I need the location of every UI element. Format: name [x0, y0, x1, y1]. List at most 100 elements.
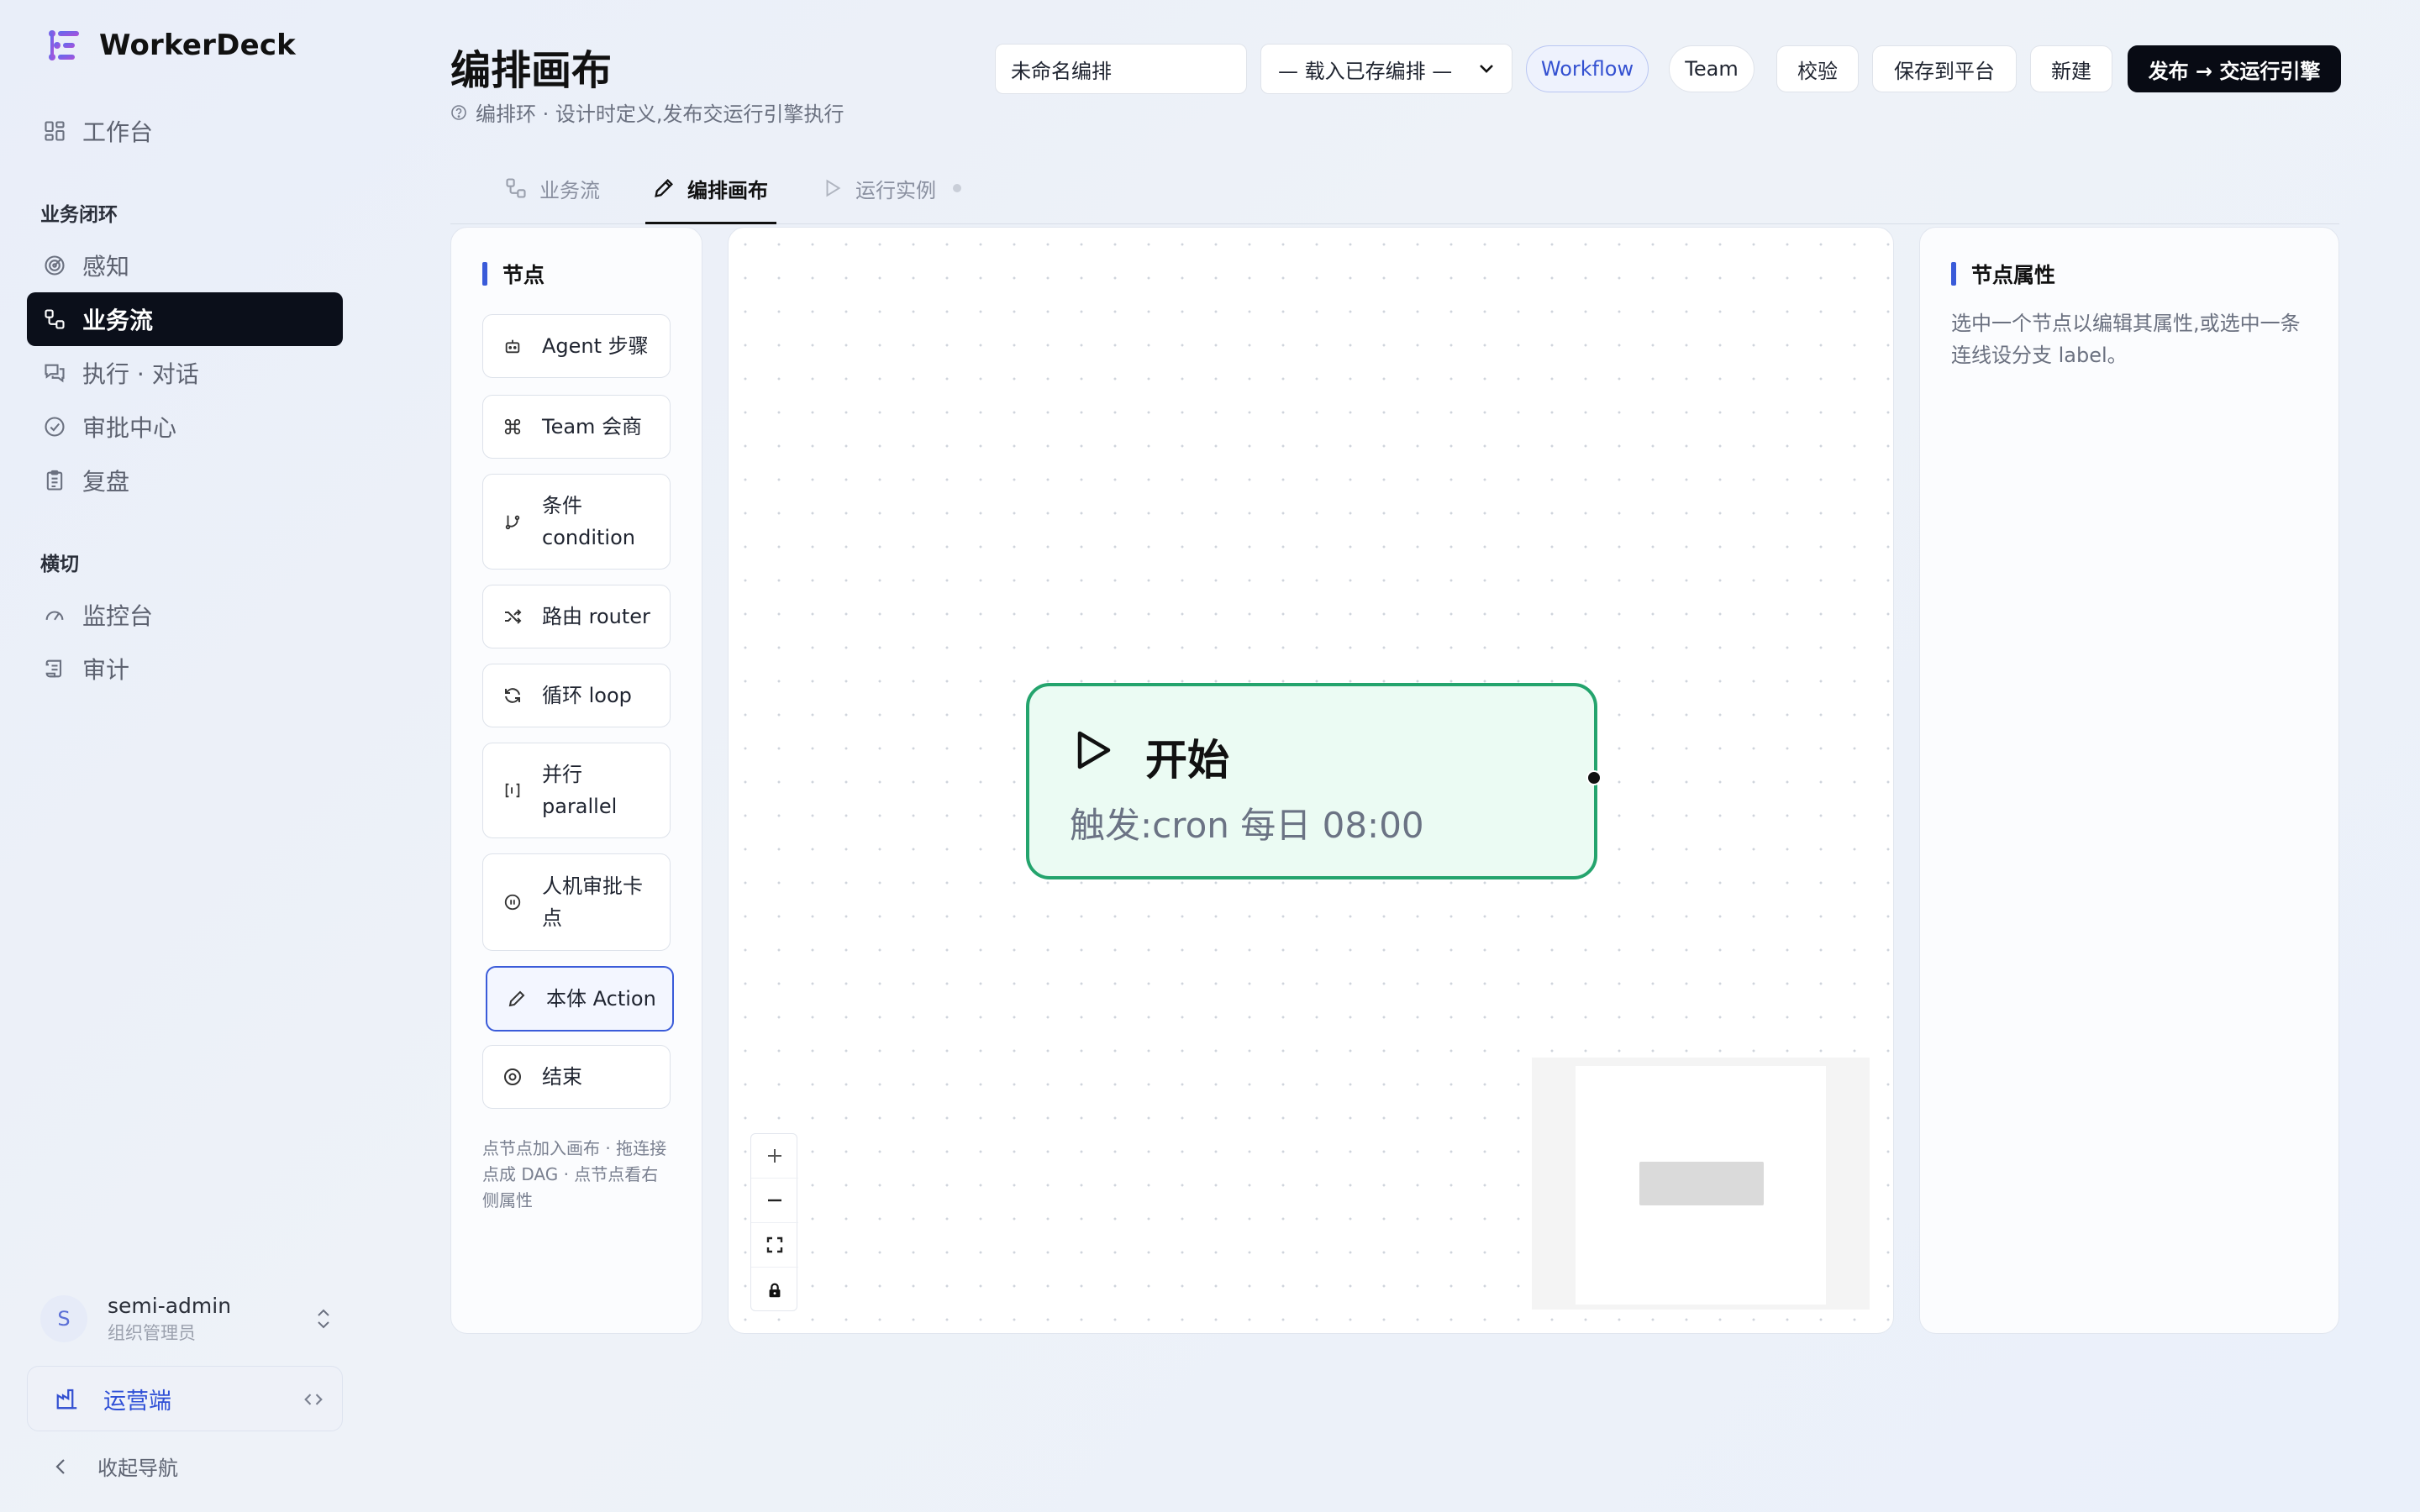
nav-monitor[interactable]: 监控台 [27, 588, 343, 642]
node-properties-title: 节点属性 [1951, 259, 2055, 289]
palette-loop[interactable]: 循环 loop [482, 664, 671, 727]
palette-end[interactable]: 结束 [482, 1045, 671, 1109]
start-node[interactable]: 开始 触发:cron 每日 08:00 [1026, 683, 1597, 879]
palette-router[interactable]: 路由 router [482, 585, 671, 648]
collapse-nav-label: 收起导航 [97, 1457, 178, 1480]
page-title: 编排画布 [450, 47, 613, 94]
publish-button[interactable]: 发布 → 交运行引擎 [2128, 45, 2341, 92]
brackets-icon [502, 781, 523, 800]
palette-item-label: 路由 router [542, 605, 650, 628]
tab-business-flow[interactable]: 业务流 [504, 168, 600, 208]
palette-agent-step[interactable]: Agent 步骤 [482, 314, 671, 378]
nav-label: 业务流 [82, 307, 154, 334]
start-node-trigger: 触发:cron 每日 08:00 [1070, 805, 1424, 846]
palette-item-label: 条件 condition [542, 494, 635, 549]
pencil-icon [506, 989, 528, 1009]
node-properties-title-text: 节点属性 [1971, 263, 2056, 287]
code-icon [302, 1388, 325, 1411]
refresh-icon [502, 685, 523, 706]
nav-business-flow[interactable]: 业务流 [27, 292, 343, 346]
gauge-icon [40, 601, 69, 629]
status-dot [953, 184, 961, 192]
zoom-in-button[interactable] [751, 1134, 798, 1179]
scroll-icon [40, 654, 69, 683]
nav-label: 审批中心 [82, 414, 177, 442]
chevron-down-icon [1478, 63, 1495, 75]
chat-icon [40, 359, 69, 387]
info-icon [450, 104, 467, 121]
avatar: S [40, 1295, 87, 1342]
tab-label: 运行实例 [855, 178, 936, 202]
nav-label: 工作台 [82, 118, 154, 146]
fit-view-button[interactable] [751, 1223, 798, 1268]
load-saved-select[interactable]: — 载入已存编排 — [1260, 44, 1512, 94]
canvas-controls [750, 1133, 798, 1312]
workflow-icon [504, 176, 528, 200]
title-accent-bar [1951, 262, 1956, 286]
zoom-out-button[interactable] [751, 1179, 798, 1223]
shuffle-icon [502, 606, 523, 627]
palette-item-label: 本体 Action [546, 987, 656, 1011]
nav-section-cross: 横切 [40, 554, 79, 575]
title-accent-bar [482, 262, 487, 286]
pencil-icon [652, 176, 676, 200]
chevron-up-down-icon[interactable] [314, 1305, 333, 1332]
node-palette-title: 节点 [482, 259, 544, 289]
lock-icon [765, 1281, 784, 1299]
palette-item-label: Agent 步骤 [542, 334, 649, 358]
mode-team-button[interactable]: Team [1669, 45, 1754, 92]
start-node-output-handle[interactable] [1586, 770, 1602, 785]
workflow-icon [40, 305, 69, 333]
start-node-title: 开始 [1145, 736, 1229, 785]
ops-console-button[interactable]: 运营端 [27, 1366, 343, 1431]
brand-name: WorkerDeck [99, 29, 296, 62]
nav-execution-chat[interactable]: 执行 · 对话 [27, 346, 343, 400]
stop-circle-icon [502, 1067, 523, 1087]
node-properties-hint: 选中一个节点以编辑其属性,或选中一条连线设分支 label。 [1951, 312, 2301, 367]
nav-perception[interactable]: 感知 [27, 239, 343, 292]
nav-label: 感知 [82, 253, 130, 281]
fullscreen-icon [765, 1235, 785, 1255]
user-name: semi-admin [108, 1293, 232, 1318]
node-palette-title-text: 节点 [502, 263, 545, 287]
palette-team-deliberation[interactable]: Team 会商 [482, 395, 671, 459]
mode-workflow-button[interactable]: Workflow [1526, 45, 1649, 92]
tab-canvas[interactable]: 编排画布 [652, 168, 768, 208]
palette-condition[interactable]: 条件 condition [482, 474, 671, 570]
nav-review[interactable]: 复盘 [27, 454, 343, 507]
save-to-platform-button[interactable]: 保存到平台 [1872, 45, 2017, 92]
nav-label: 审计 [82, 656, 130, 684]
validate-button[interactable]: 校验 [1776, 45, 1859, 92]
play-icon [1073, 728, 1113, 772]
nav-audit[interactable]: 审计 [27, 642, 343, 696]
nav-label: 监控台 [82, 602, 154, 630]
palette-ontology-action[interactable]: 本体 Action [486, 966, 674, 1032]
user-info: semi-admin 组织管理员 [108, 1294, 231, 1345]
nav-approval-center[interactable]: 审批中心 [27, 400, 343, 454]
minimap-node [1639, 1162, 1764, 1205]
orchestration-canvas[interactable]: 开始 触发:cron 每日 08:00 [728, 227, 1894, 1334]
radar-icon [40, 251, 69, 280]
orchestration-name-input[interactable] [995, 44, 1247, 94]
user-card[interactable]: S semi-admin 组织管理员 [27, 1285, 343, 1352]
palette-item-label: 循环 loop [542, 684, 632, 707]
new-button[interactable]: 新建 [2030, 45, 2112, 92]
tab-run-instances[interactable]: 运行实例 [822, 168, 961, 208]
check-circle-icon [40, 412, 69, 441]
play-icon [822, 177, 844, 199]
page-subtitle: 编排环 · 设计时定义,发布交运行引擎执行 [450, 97, 844, 127]
brand[interactable]: WorkerDeck [47, 29, 296, 62]
minimap[interactable] [1532, 1058, 1870, 1310]
palette-parallel[interactable]: 并行 parallel [482, 743, 671, 838]
command-icon [502, 417, 523, 436]
nav-dashboard[interactable]: 工作台 [27, 104, 343, 158]
pause-circle-icon [502, 893, 523, 911]
lock-button[interactable] [751, 1268, 798, 1312]
chevron-left-icon [54, 1457, 67, 1477]
ops-console-label: 运营端 [103, 1388, 171, 1415]
logo-icon [47, 29, 81, 62]
minus-icon [765, 1190, 785, 1210]
palette-human-approval[interactable]: 人机审批卡点 [482, 853, 671, 951]
load-saved-select-value: — 载入已存编排 — [1278, 59, 1453, 83]
collapse-nav-button[interactable]: 收起导航 [54, 1452, 178, 1481]
